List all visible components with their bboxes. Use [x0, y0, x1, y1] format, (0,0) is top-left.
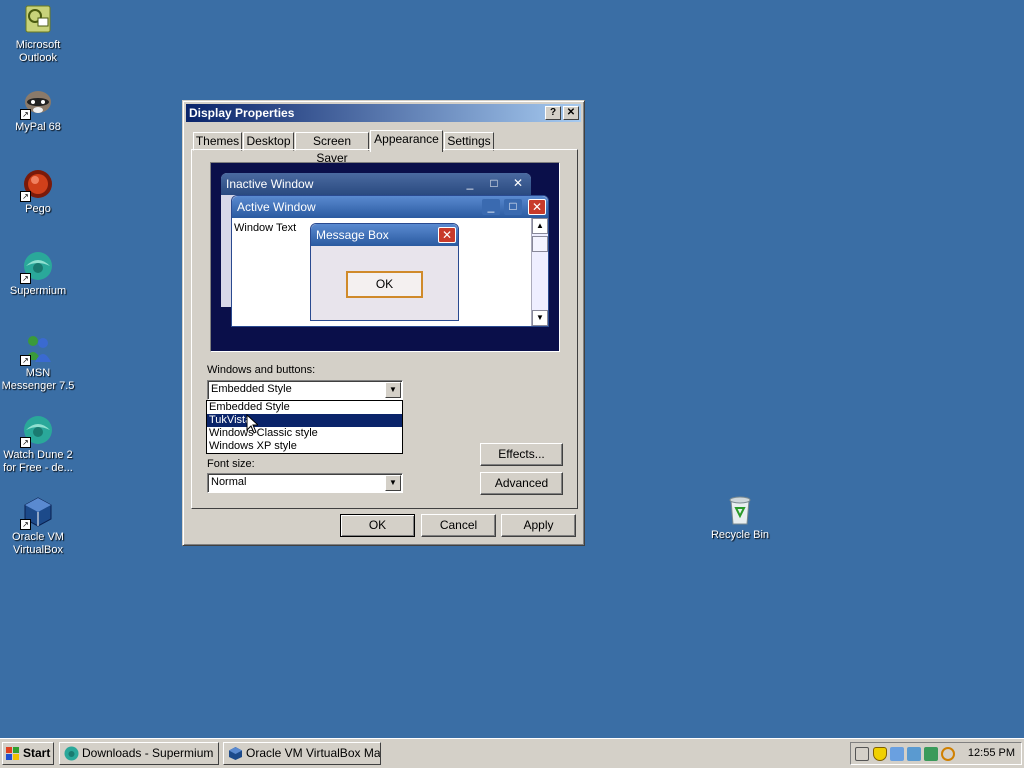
- windows-logo-icon: [6, 747, 19, 760]
- shortcut-arrow-icon: ↗: [20, 437, 31, 448]
- dropdown-option-embedded[interactable]: Embedded Style: [207, 401, 402, 414]
- preview-msgbox-ok-button: OK: [346, 271, 423, 298]
- preview-inactive-title: Inactive Window: [226, 177, 314, 191]
- effects-button[interactable]: Effects...: [480, 443, 563, 466]
- keyboard-icon[interactable]: [855, 747, 869, 761]
- preview-msgbox-titlebar: Message Box ✕: [311, 224, 458, 246]
- advanced-button[interactable]: Advanced: [480, 472, 563, 495]
- start-button[interactable]: Start: [2, 742, 54, 765]
- windows-buttons-dropdown: Embedded Style TukVista Windows Classic …: [206, 400, 403, 454]
- desktop-icon-mypal[interactable]: ↗ MyPal 68: [0, 86, 76, 134]
- window-titlebar[interactable]: Display Properties ? ✕: [186, 104, 581, 122]
- start-label: Start: [23, 746, 51, 760]
- window-title: Display Properties: [189, 106, 295, 120]
- desktop-icon-label: Recycle Bin: [710, 529, 770, 541]
- shield-icon[interactable]: [873, 747, 887, 761]
- preview-msgbox-title: Message Box: [316, 228, 389, 242]
- virtualbox-tray-icon[interactable]: [924, 747, 938, 761]
- minimize-icon: _: [466, 176, 474, 190]
- chevron-down-icon[interactable]: ▼: [385, 475, 401, 491]
- maximize-icon: □: [490, 176, 498, 190]
- desktop-icon-pego[interactable]: ↗ Pego: [0, 168, 76, 216]
- desktop-icon-virtualbox[interactable]: ↗ Oracle VM VirtualBox: [0, 496, 76, 557]
- chevron-down-icon: ▼: [532, 310, 548, 326]
- font-size-label: Font size:: [207, 458, 255, 470]
- preview-window-text: Window Text: [234, 222, 297, 234]
- maximize-icon: □: [504, 199, 522, 215]
- desktop-icon-supermium[interactable]: ↗ Supermium: [0, 250, 76, 298]
- chevron-up-icon: ▲: [532, 218, 548, 234]
- desktop-icon-label: Microsoft Outlook: [15, 39, 61, 64]
- desktop-icon-label: MSN Messenger 7.5: [1, 367, 75, 392]
- supermium-icon: ↗: [20, 250, 54, 284]
- search-icon[interactable]: [941, 747, 955, 761]
- desktop-icon-label: MyPal 68: [15, 121, 61, 133]
- display-properties-window: Display Properties ? ✕ Themes Desktop Sc…: [182, 100, 585, 546]
- desktop-icon-label: Supermium: [9, 285, 67, 297]
- desktop-icon-label: Oracle VM VirtualBox: [12, 531, 64, 556]
- task-label: Oracle VM VirtualBox Ma...: [246, 746, 381, 760]
- virtualbox-icon: ↗: [20, 496, 54, 530]
- shortcut-arrow-icon: ↗: [20, 519, 31, 530]
- network-icon[interactable]: [907, 747, 921, 761]
- network-icon[interactable]: [890, 747, 904, 761]
- taskbar: Start Downloads - Supermium Oracle VM Vi…: [0, 738, 1024, 768]
- desktop-icon-label: Pego: [25, 203, 51, 215]
- mouse-cursor-icon: [246, 414, 258, 434]
- supermium-icon: [64, 746, 79, 761]
- recycle-bin-icon: [724, 494, 756, 526]
- task-label: Downloads - Supermium: [82, 746, 214, 760]
- appearance-preview: Inactive Window _ □ ✕ Active Window _ □ …: [210, 162, 560, 352]
- close-icon: ✕: [438, 227, 456, 243]
- desktop-icon-recycle-bin[interactable]: Recycle Bin: [702, 494, 778, 542]
- task-virtualbox[interactable]: Oracle VM VirtualBox Ma...: [223, 742, 381, 765]
- clock: 12:55 PM: [967, 747, 1015, 759]
- close-button[interactable]: ✕: [563, 106, 579, 120]
- preview-inactive-titlebar: Inactive Window _ □ ✕: [221, 173, 531, 195]
- preview-message-box: Message Box ✕ OK: [310, 223, 459, 321]
- dropdown-option-tukvista[interactable]: TukVista: [207, 414, 402, 427]
- task-downloads-supermium[interactable]: Downloads - Supermium: [59, 742, 219, 765]
- shortcut-arrow-icon: ↗: [20, 355, 31, 366]
- dropdown-option-xp[interactable]: Windows XP style: [207, 440, 402, 453]
- shortcut-arrow-icon: ↗: [20, 109, 31, 120]
- system-tray: 12:55 PM: [850, 742, 1022, 765]
- help-button[interactable]: ?: [545, 106, 561, 120]
- windows-buttons-value: Embedded Style: [211, 383, 292, 395]
- preview-active-titlebar: Active Window _ □ ✕: [232, 196, 548, 218]
- tab-appearance[interactable]: Appearance: [370, 130, 443, 152]
- windows-buttons-select[interactable]: Embedded Style ▼: [207, 380, 403, 400]
- virtualbox-icon: [229, 747, 242, 760]
- preview-active-title: Active Window: [237, 200, 316, 214]
- minimize-icon: _: [482, 199, 500, 215]
- preview-scrollbar: ▲ ▼: [531, 218, 548, 326]
- raccoon-icon: ↗: [20, 86, 54, 120]
- cancel-button[interactable]: Cancel: [421, 514, 496, 537]
- windows-buttons-label: Windows and buttons:: [207, 364, 316, 376]
- close-icon: ✕: [512, 176, 524, 190]
- dropdown-option-classic[interactable]: Windows Classic style: [207, 427, 402, 440]
- msn-messenger-icon: ↗: [20, 332, 54, 366]
- close-icon: ✕: [528, 199, 546, 215]
- ok-button[interactable]: OK: [340, 514, 415, 537]
- apply-button[interactable]: Apply: [501, 514, 576, 537]
- shortcut-arrow-icon: ↗: [20, 191, 31, 202]
- desktop-icon-dune[interactable]: ↗ Watch Dune 2 for Free - de...: [0, 414, 76, 475]
- outlook-icon: [22, 4, 54, 36]
- supermium-icon: ↗: [20, 414, 54, 448]
- chevron-down-icon[interactable]: ▼: [385, 382, 401, 398]
- desktop-icon-label: Watch Dune 2 for Free - de...: [3, 449, 73, 474]
- shortcut-arrow-icon: ↗: [20, 273, 31, 284]
- font-size-select[interactable]: Normal ▼: [207, 473, 403, 493]
- pego-icon: ↗: [20, 168, 54, 202]
- font-size-value: Normal: [211, 476, 247, 488]
- desktop-icon-msn[interactable]: ↗ MSN Messenger 7.5: [0, 332, 76, 393]
- desktop-icon-outlook[interactable]: Microsoft Outlook: [0, 4, 76, 65]
- scroll-thumb: [532, 236, 548, 252]
